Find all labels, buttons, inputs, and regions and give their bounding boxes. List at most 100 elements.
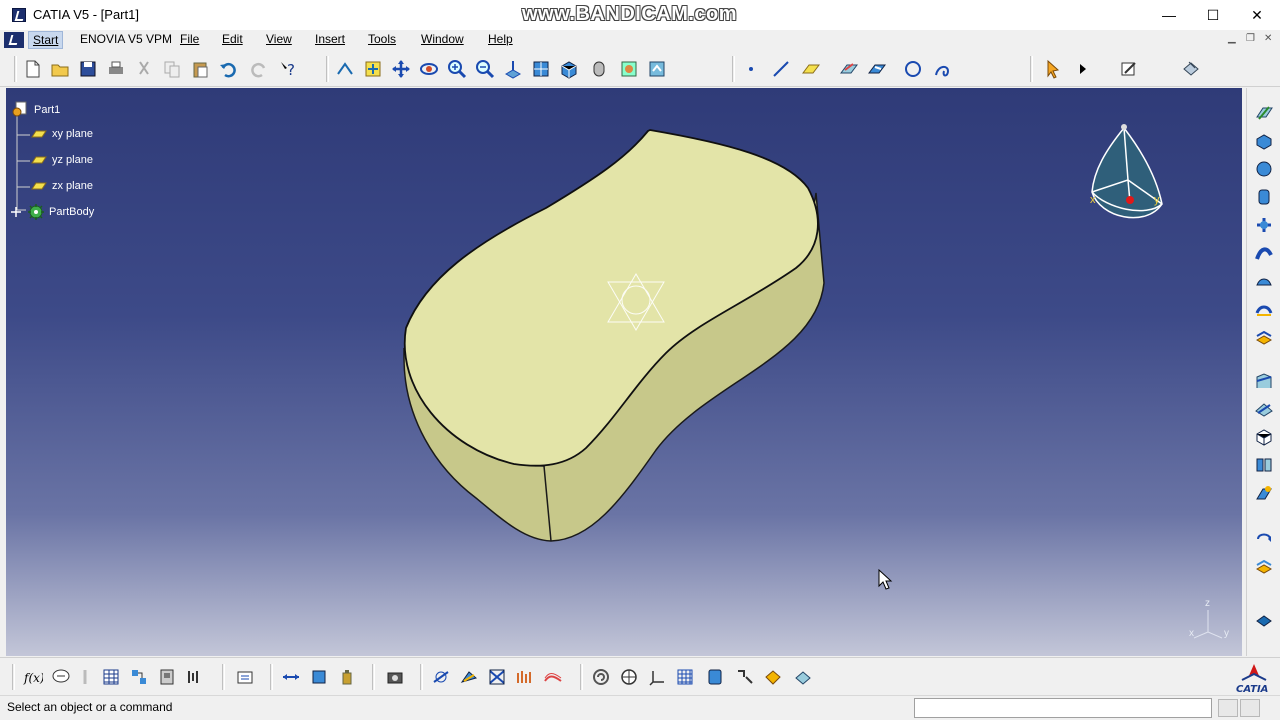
surface-analysis-icon[interactable]: [514, 666, 536, 688]
multi-section-icon[interactable]: [1253, 270, 1275, 292]
line-icon[interactable]: [770, 58, 792, 80]
isometric-view-icon[interactable]: [558, 58, 580, 80]
toolbar-more-arrow-icon[interactable]: [1072, 58, 1094, 80]
menu-help[interactable]: Help: [488, 32, 513, 46]
menu-file[interactable]: File: [180, 32, 199, 46]
redo-icon[interactable]: [248, 58, 270, 80]
toolbar-grip[interactable]: [14, 56, 17, 82]
split-icon[interactable]: [1253, 370, 1275, 392]
catia-menu-logo-icon[interactable]: [4, 32, 24, 48]
measure-icon[interactable]: [1118, 58, 1140, 80]
grid-icon[interactable]: [674, 666, 696, 688]
apply-material-bottom-icon[interactable]: [762, 666, 784, 688]
zoom-out-icon[interactable]: [474, 58, 496, 80]
update-icon[interactable]: [234, 666, 256, 688]
look-at-icon[interactable]: [618, 666, 640, 688]
point-icon[interactable]: [740, 58, 762, 80]
measure-inertia-icon[interactable]: [336, 666, 358, 688]
material-catalog-icon[interactable]: [704, 666, 726, 688]
draft-icon[interactable]: [1253, 482, 1275, 504]
save-icon[interactable]: [77, 58, 99, 80]
cut-icon[interactable]: [133, 58, 155, 80]
capture-camera-icon[interactable]: [384, 666, 406, 688]
menu-start[interactable]: Start: [28, 31, 64, 49]
knowledge-disabled-icon[interactable]: [74, 666, 96, 688]
thick-surface-icon[interactable]: [1253, 398, 1275, 420]
measure-between-icon[interactable]: [280, 666, 302, 688]
3d-axis-icon[interactable]: [646, 666, 668, 688]
command-apply-button[interactable]: [1218, 699, 1238, 717]
curvature-analysis-icon[interactable]: [458, 666, 480, 688]
sew-surface-icon[interactable]: [1253, 454, 1275, 476]
apply-material-icon[interactable]: [1180, 58, 1202, 80]
design-table-icon[interactable]: [100, 666, 122, 688]
command-clear-button[interactable]: [1240, 699, 1260, 717]
snap-icon[interactable]: [734, 666, 756, 688]
tree-item-partbody[interactable]: PartBody: [10, 203, 94, 221]
knowledge-advisor-icon[interactable]: [50, 666, 72, 688]
tree-item-part1[interactable]: Part1: [10, 101, 60, 119]
threads-analysis-icon[interactable]: [486, 666, 508, 688]
law-icon[interactable]: [184, 666, 206, 688]
mdi-minimize-icon[interactable]: ▁: [1228, 33, 1236, 44]
close-surface-icon[interactable]: [1253, 426, 1275, 448]
translation-icon[interactable]: [1253, 526, 1275, 548]
analysis-draft-icon[interactable]: [430, 666, 452, 688]
cylinder-icon[interactable]: [1253, 186, 1275, 208]
pan-icon[interactable]: [390, 58, 412, 80]
exit-workbench-icon[interactable]: [1253, 102, 1275, 124]
compass-icon[interactable]: [1086, 120, 1172, 230]
sphere-icon[interactable]: [1253, 158, 1275, 180]
multi-view-icon[interactable]: [530, 58, 552, 80]
sketcher-icon[interactable]: [838, 58, 860, 80]
expand-icon[interactable]: [10, 206, 22, 218]
porcupine-analysis-icon[interactable]: [542, 666, 564, 688]
stiffener-icon[interactable]: [1253, 326, 1275, 348]
normal-view-icon[interactable]: [502, 58, 524, 80]
paste-icon[interactable]: [189, 58, 211, 80]
undo-icon[interactable]: [217, 58, 239, 80]
pad-icon[interactable]: [1253, 130, 1275, 152]
3d-annotation-icon[interactable]: [1253, 610, 1275, 632]
mdi-close-icon[interactable]: ✕: [1264, 33, 1272, 44]
positioned-sketch-icon[interactable]: [866, 58, 888, 80]
fly-mode-icon[interactable]: [334, 58, 356, 80]
spline-icon[interactable]: [932, 58, 954, 80]
menu-tools[interactable]: Tools: [368, 32, 396, 46]
fit-all-in-icon[interactable]: [362, 58, 384, 80]
new-file-icon[interactable]: [22, 58, 44, 80]
groove-icon[interactable]: [1253, 298, 1275, 320]
instantiate-icon[interactable]: [128, 666, 150, 688]
rib-icon[interactable]: [1253, 242, 1275, 264]
print-icon[interactable]: [105, 58, 127, 80]
menu-view[interactable]: View: [266, 32, 292, 46]
open-folder-icon[interactable]: [49, 58, 71, 80]
circle-icon[interactable]: [902, 58, 924, 80]
hide-show-icon[interactable]: [618, 58, 640, 80]
shaft-icon[interactable]: [1253, 214, 1275, 236]
minimize-button[interactable]: —: [1146, 0, 1192, 30]
rotate-icon[interactable]: [418, 58, 440, 80]
whats-this-icon[interactable]: ?: [278, 58, 300, 80]
tree-item-yz-plane[interactable]: yz plane: [31, 154, 93, 166]
copy-icon[interactable]: [161, 58, 183, 80]
menu-enovia[interactable]: ENOVIA V5 VPM: [80, 32, 172, 46]
swap-visible-space-icon[interactable]: [646, 58, 668, 80]
power-input-field[interactable]: [914, 698, 1212, 718]
menu-edit[interactable]: Edit: [222, 32, 243, 46]
close-button[interactable]: ✕: [1234, 0, 1280, 30]
maximize-button[interactable]: ☐: [1190, 0, 1236, 30]
tree-item-zx-plane[interactable]: zx plane: [31, 180, 93, 192]
tree-item-xy-plane[interactable]: xy plane: [31, 128, 93, 140]
plane-icon[interactable]: [800, 58, 822, 80]
toolbar-grip[interactable]: [12, 664, 15, 690]
scaling-icon[interactable]: [1253, 554, 1275, 576]
shading-icon[interactable]: [588, 58, 610, 80]
select-arrow-icon[interactable]: [1042, 58, 1064, 80]
menu-insert[interactable]: Insert: [315, 32, 345, 46]
menu-window[interactable]: Window: [421, 32, 464, 46]
mdi-restore-icon[interactable]: ❐: [1246, 33, 1255, 44]
reframe-icon[interactable]: [590, 666, 612, 688]
3d-viewport[interactable]: Part1 xy plane yz plane zx plane PartBod…: [6, 88, 1242, 656]
measure-item-icon[interactable]: [308, 666, 330, 688]
